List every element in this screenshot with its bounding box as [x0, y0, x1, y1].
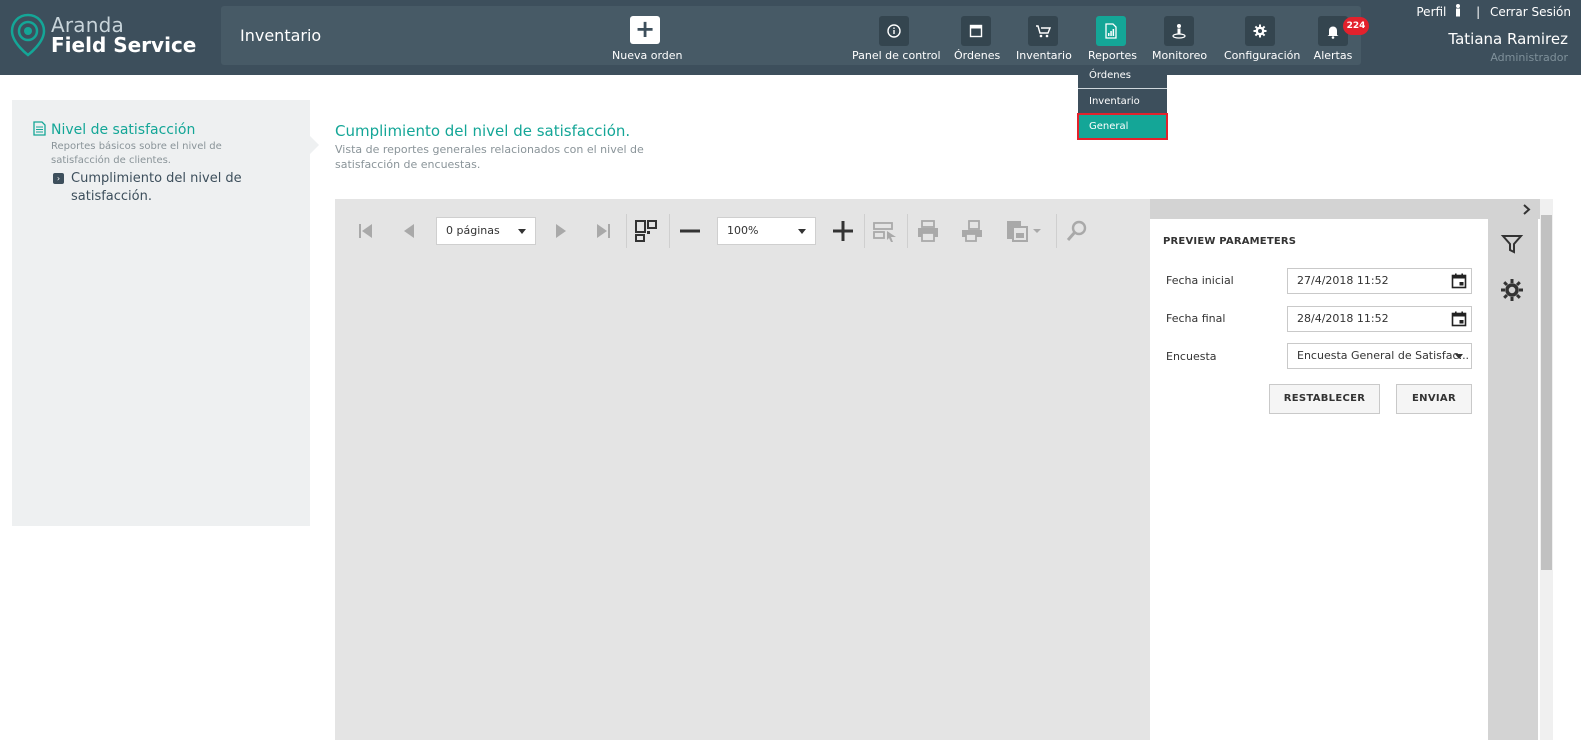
nav-inventario[interactable]: Inventario	[1016, 16, 1072, 62]
calendar-icon[interactable]	[1451, 311, 1467, 331]
nav-label: Inventario	[1016, 49, 1072, 62]
report-icon	[1096, 16, 1126, 46]
toolbar-separator	[626, 214, 627, 248]
first-page-icon[interactable]	[351, 216, 381, 246]
parameters-panel-header	[1150, 199, 1540, 219]
survey-select-value: Encuesta General de Satisfac...	[1297, 349, 1470, 362]
nav-label: Alertas	[1313, 49, 1353, 62]
nav-label: Panel de control	[852, 49, 941, 62]
dropdown-item-ordenes[interactable]: Órdenes	[1078, 65, 1167, 89]
sidebar-description: Reportes básicos sobre el nivel de satis…	[51, 141, 222, 166]
nav-panel-de-control[interactable]: Panel de control	[852, 16, 941, 62]
dropdown-item-inventario[interactable]: Inventario	[1078, 89, 1167, 114]
submit-button[interactable]: ENVIAR	[1396, 384, 1472, 414]
page-title: Cumplimiento del nivel de satisfacción.	[335, 122, 631, 140]
pages-select[interactable]: 0 páginas	[436, 217, 536, 245]
start-date-field[interactable]: 27/4/2018 11:52	[1287, 268, 1472, 294]
last-page-icon[interactable]	[588, 216, 618, 246]
links-separator: |	[1476, 5, 1481, 19]
export-dropdown-icon[interactable]	[1002, 216, 1044, 246]
survey-label: Encuesta	[1166, 350, 1217, 363]
start-date-label: Fecha inicial	[1166, 274, 1234, 287]
toolbar-separator	[669, 214, 670, 248]
chevron-right-icon: ›	[53, 173, 64, 184]
filter-icon[interactable]	[1500, 232, 1524, 256]
parameters-panel	[1150, 219, 1488, 740]
zoom-select[interactable]: 100%	[717, 217, 816, 245]
end-date-label: Fecha final	[1166, 312, 1226, 325]
end-date-field[interactable]: 28/4/2018 11:52	[1287, 306, 1472, 332]
toolbar-separator	[1056, 214, 1057, 248]
cart-icon	[1028, 16, 1058, 46]
chevron-down-icon	[1455, 354, 1463, 359]
toolbar-separator	[907, 214, 908, 248]
chevron-down-icon	[798, 229, 806, 234]
nav-reportes[interactable]: Reportes	[1088, 16, 1137, 62]
previous-page-icon[interactable]	[394, 216, 424, 246]
parameters-title: PREVIEW PARAMETERS	[1163, 236, 1297, 247]
person-pin-icon	[1164, 16, 1194, 46]
next-page-icon[interactable]	[546, 216, 576, 246]
toolbar-separator	[864, 214, 865, 248]
zoom-out-icon[interactable]	[675, 216, 705, 246]
start-date-value: 27/4/2018 11:52	[1297, 274, 1389, 287]
plus-icon: +	[630, 16, 660, 44]
end-date-value: 28/4/2018 11:52	[1297, 312, 1389, 325]
nav-label: Configuración	[1224, 49, 1301, 62]
nav-monitoreo[interactable]: Monitoreo	[1152, 16, 1208, 62]
app-logo[interactable]: Aranda Field Service	[10, 13, 210, 63]
reset-button[interactable]: RESTABLECER	[1269, 384, 1380, 414]
print-page-icon[interactable]	[957, 216, 987, 246]
settings-gear-icon[interactable]	[1500, 278, 1524, 302]
search-icon[interactable]	[1062, 216, 1092, 246]
chevron-down-icon	[518, 229, 526, 234]
user-role: Administrador	[1490, 51, 1568, 64]
logo-text-field-service: Field Service	[51, 33, 197, 57]
scrollbar-thumb[interactable]	[1541, 215, 1552, 570]
survey-select[interactable]: Encuesta General de Satisfac...	[1287, 343, 1472, 369]
collapse-panel-chevron-icon[interactable]	[1518, 200, 1534, 218]
page-name: Inventario	[240, 26, 322, 45]
nav-label: Monitoreo	[1152, 49, 1208, 62]
print-icon[interactable]	[913, 216, 943, 246]
zoom-select-value: 100%	[727, 224, 759, 237]
person-icon	[1450, 4, 1466, 20]
multipage-view-icon[interactable]	[631, 216, 661, 246]
window-icon	[961, 16, 991, 46]
nav-label: Órdenes	[954, 49, 1001, 62]
nav-configuracion[interactable]: Configuración	[1224, 16, 1301, 62]
new-order-label: Nueva orden	[612, 49, 683, 62]
sidebar-item-cumplimiento[interactable]: Cumplimiento del nivel de satisfacción.	[71, 170, 261, 206]
highlight-editing-fields-icon[interactable]	[870, 216, 900, 246]
report-viewer	[335, 199, 1150, 740]
pages-select-value: 0 páginas	[446, 224, 500, 237]
nav-ordenes[interactable]: Órdenes	[954, 16, 1001, 62]
logout-link[interactable]: Cerrar Sesión	[1490, 5, 1571, 19]
gear-icon	[1245, 16, 1275, 46]
info-icon	[879, 16, 909, 46]
location-pin-logo-icon	[10, 13, 46, 57]
new-order-button[interactable]: + Nueva orden	[612, 16, 683, 63]
alerts-badge: 224	[1343, 17, 1369, 35]
reports-dropdown-menu: Órdenes Inventario General	[1077, 65, 1168, 140]
profile-link[interactable]: Perfil	[1416, 5, 1446, 19]
sidebar-notch	[310, 136, 319, 154]
page-description: Vista de reportes generales relacionados…	[335, 143, 644, 171]
user-name[interactable]: Tatiana Ramirez	[1448, 30, 1568, 48]
zoom-in-icon[interactable]	[828, 216, 858, 246]
nav-label: Reportes	[1088, 49, 1137, 62]
document-icon	[33, 121, 46, 140]
calendar-icon[interactable]	[1451, 273, 1467, 293]
sidebar-title[interactable]: Nivel de satisfacción	[51, 122, 195, 138]
dropdown-item-general[interactable]: General	[1077, 113, 1168, 140]
top-links: Perfil | Cerrar Sesión	[1416, 4, 1571, 20]
